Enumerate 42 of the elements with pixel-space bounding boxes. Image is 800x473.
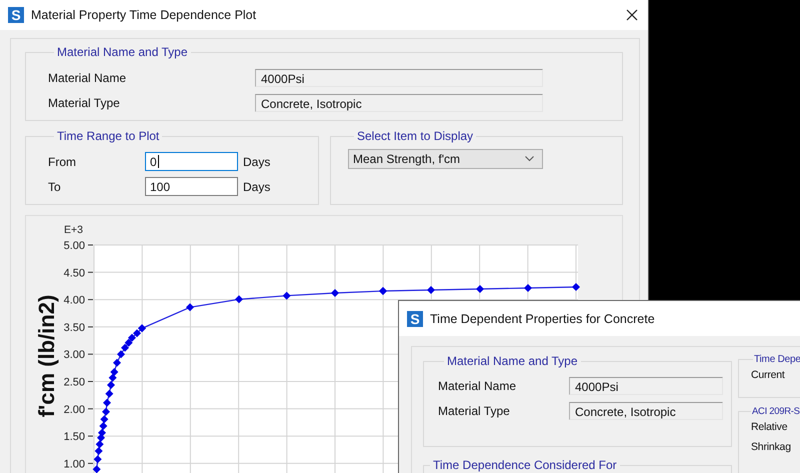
group-title: ACI 209R-S — [751, 406, 800, 417]
field-label: Material Name — [48, 70, 128, 84]
readonly-field: Concrete, Isotropic — [569, 402, 723, 420]
tick-label: 5.00 — [64, 240, 85, 252]
option-label: Shrinkag — [751, 441, 792, 453]
readonly-field: Concrete, Isotropic — [255, 94, 543, 112]
tick-label: 4.00 — [64, 294, 85, 307]
field-label: Material Name — [438, 378, 518, 392]
field-label: To — [48, 180, 62, 194]
group-title: Time Depe — [753, 354, 800, 365]
field-label: From — [48, 154, 77, 168]
tick-label: 2.00 — [64, 404, 85, 416]
readonly-field: 4000Psi — [255, 68, 543, 86]
item-dropdown[interactable]: Mean Strength, f'cm — [348, 149, 543, 169]
unit-label: Days — [243, 180, 270, 194]
window-title: Material Property Time Dependence Plot — [31, 8, 256, 22]
app-logo: S — [407, 310, 423, 326]
chevron-down-icon — [525, 156, 534, 162]
tick-label: 2.50 — [64, 376, 85, 388]
input-field[interactable]: 0 — [145, 152, 238, 171]
group-title: Time Range to Plot — [56, 129, 160, 143]
axis-exponent: E+3 — [64, 224, 83, 236]
option-label: Current — [751, 369, 786, 381]
tick-label: 4.50 — [64, 267, 85, 280]
group-title: Time Dependence Considered For — [432, 458, 618, 472]
app-logo: S — [8, 7, 24, 23]
input-field[interactable]: 100 — [145, 177, 238, 196]
group-title: Material Name and Type — [56, 45, 189, 59]
field-label: Material Type — [48, 96, 121, 110]
field-label: Material Type — [438, 404, 511, 418]
group-title: Select Item to Display — [356, 129, 474, 143]
readonly-field: 4000Psi — [569, 376, 723, 394]
tick-label: 1.50 — [64, 431, 85, 444]
axis-title: f'cm (lb/in2) — [34, 294, 59, 418]
unit-label: Days — [243, 154, 270, 168]
window-title: Time Dependent Properties for Concrete — [430, 312, 655, 326]
close-icon[interactable] — [626, 9, 638, 21]
group-title: Material Name and Type — [446, 354, 579, 368]
tick-label: 3.50 — [64, 322, 85, 334]
option-label: Relative — [751, 421, 788, 433]
tick-label: 3.00 — [64, 349, 85, 362]
tick-label: 1.00 — [64, 458, 85, 470]
